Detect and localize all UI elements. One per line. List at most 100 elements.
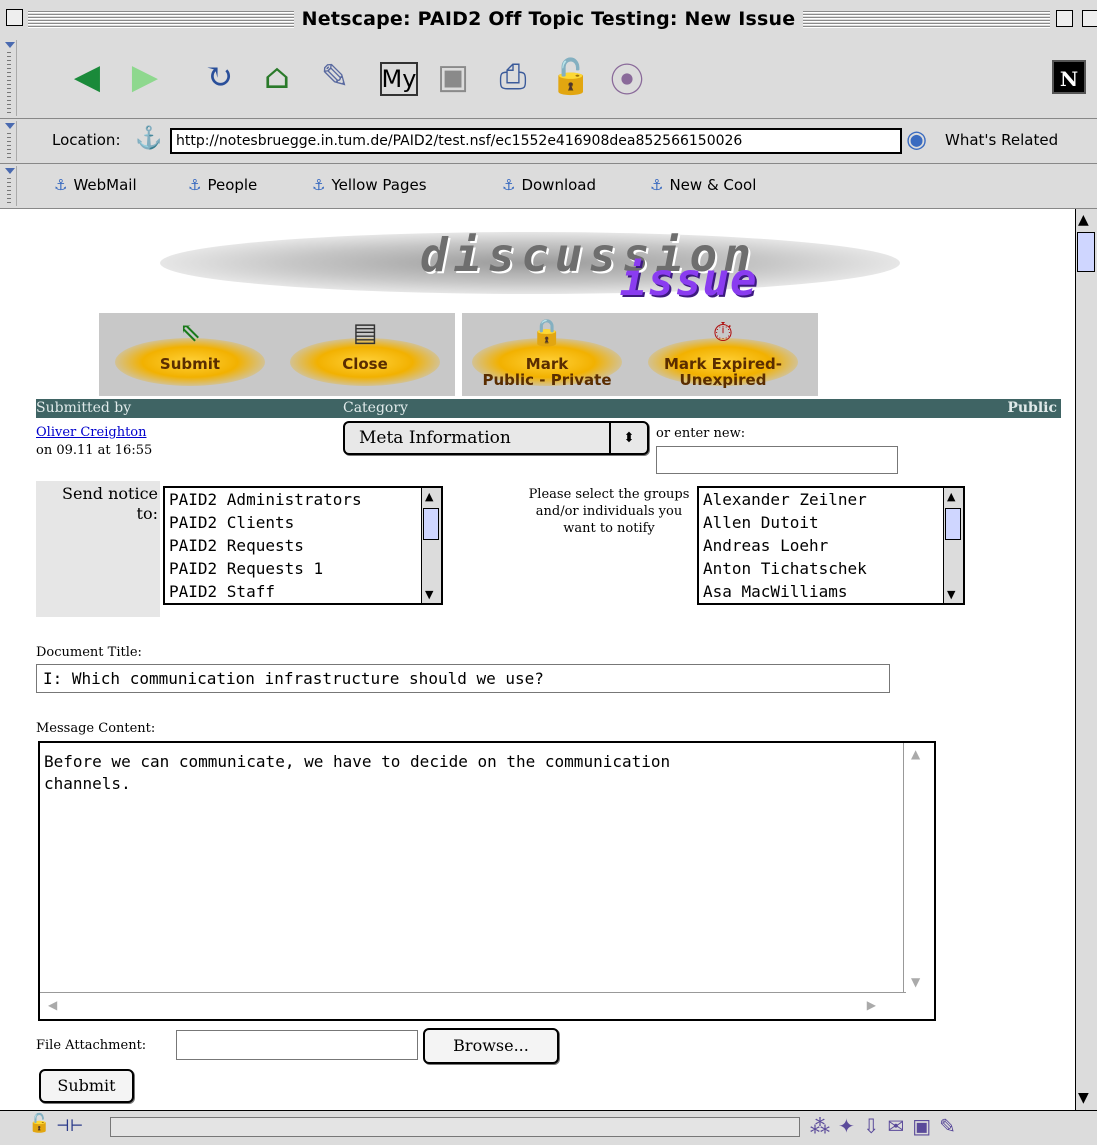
submit-icon: ⇖ (179, 318, 201, 348)
mark-public-private-label: Mark Public - Private (482, 355, 612, 389)
message-content-text: Before we can communicate, we have to de… (44, 752, 671, 793)
bookmark-icon: ⚓ (650, 176, 664, 194)
scroll-down-arrow-icon[interactable]: ▼ (947, 588, 955, 601)
mark-expired-button[interactable]: ⏱ Mark Expired- Unexpired (648, 318, 798, 396)
component-bar-icons[interactable]: ⁂✦⇩✉▣✎ (810, 1114, 964, 1138)
toolbar-grip[interactable] (2, 40, 17, 116)
forward-icon[interactable]: ▶ (122, 54, 168, 100)
category-selected-value: Meta Information (359, 428, 511, 448)
mark-expired-label: Mark Expired- Unexpired (664, 355, 782, 389)
textarea-horizontal-scrollbar[interactable]: ◀ ▶ (40, 992, 906, 1019)
toolbar-grip[interactable] (2, 166, 17, 206)
status-message-field (110, 1117, 800, 1137)
bookmark-icon: ⚓ (502, 176, 516, 194)
visibility-status: Public (1007, 400, 1057, 416)
personal-item-new-cool[interactable]: ⚓ New & Cool (650, 176, 756, 194)
page-scroll-thumb[interactable] (1077, 232, 1095, 272)
listbox-scrollbar[interactable]: ▲ ▼ (943, 488, 963, 603)
scroll-up-arrow-icon[interactable]: ▲ (911, 747, 920, 761)
personal-toolbar: ⚓ WebMail ⚓ People ⚓ Yellow Pages ⚓ Download… (0, 164, 1097, 209)
document-title-label: Document Title: (36, 645, 142, 660)
window-title: Netscape: PAID2 Off Topic Testing: New I… (0, 0, 1097, 38)
reload-icon[interactable]: ↻ (196, 54, 242, 100)
scroll-up-arrow-icon[interactable]: ▲ (947, 490, 955, 503)
bookmark-icon: ⚓ (54, 176, 68, 194)
browse-button[interactable]: Browse... (423, 1028, 559, 1064)
print-icon[interactable]: ⎙ (490, 54, 536, 100)
scroll-down-arrow-icon[interactable]: ▼ (1078, 1090, 1089, 1106)
stop-icon[interactable]: ⦿ (604, 54, 650, 101)
list-item[interactable]: Allen Dutoit (699, 511, 963, 534)
list-item[interactable]: PAID2 Administrators (165, 488, 441, 511)
file-attachment-input[interactable] (176, 1030, 418, 1060)
mark-public-private-button[interactable]: 🔒 Mark Public - Private (472, 318, 622, 396)
scroll-left-arrow-icon[interactable]: ◀ (48, 998, 57, 1012)
netscape-logo[interactable]: N (1052, 60, 1086, 94)
list-item[interactable]: PAID2 Staff (165, 580, 441, 603)
submitter-link[interactable]: Oliver Creighton (36, 425, 147, 440)
or-enter-new-label: or enter new: (656, 426, 746, 441)
submit-action-label: Submit (159, 355, 221, 373)
submitted-date: on 09.11 at 16:55 (36, 443, 153, 458)
chevron-updown-icon: ⬍ (609, 423, 647, 453)
images-icon[interactable]: ▣ (430, 54, 476, 100)
content-gutter (0, 209, 22, 1110)
collapse-box-button[interactable] (1082, 10, 1097, 27)
file-attachment-label: File Attachment: (36, 1038, 147, 1053)
message-content-label: Message Content: (36, 721, 156, 736)
page-vertical-scrollbar[interactable] (1075, 209, 1097, 1110)
list-item[interactable]: PAID2 Requests (165, 534, 441, 557)
scroll-down-arrow-icon[interactable]: ▼ (425, 588, 433, 601)
personal-item-yellow-pages[interactable]: ⚓ Yellow Pages (312, 176, 427, 194)
security-lock-icon[interactable]: 🔓 (28, 1113, 50, 1134)
textarea-vertical-scrollbar[interactable]: ▲ ▼ (903, 743, 934, 993)
personal-item-people[interactable]: ⚓ People (188, 176, 257, 194)
home-icon[interactable]: ⌂ (254, 54, 300, 100)
notify-help-text: Please select the groups and/or individu… (528, 487, 690, 536)
list-item[interactable]: PAID2 Clients (165, 511, 441, 534)
submit-action-button[interactable]: ⇖ Submit (115, 318, 265, 396)
listbox-scrollbar[interactable]: ▲ ▼ (421, 488, 441, 603)
security-icon[interactable]: 🔓 (548, 54, 594, 100)
submitted-by-header: Submitted by (36, 400, 132, 416)
toolbar-grip[interactable] (2, 121, 17, 161)
personal-item-webmail[interactable]: ⚓ WebMail (54, 176, 137, 194)
whats-related-button[interactable]: What's Related (945, 131, 1058, 149)
navigation-toolbar: ◀ ▶ ↻ ⌂ ✎ My ▣ ⎙ 🔓 ⦿ N (0, 38, 1097, 119)
location-input[interactable]: http://notesbruegge.in.tum.de/PAID2/test… (170, 128, 902, 154)
scroll-thumb[interactable] (945, 508, 961, 540)
scroll-up-arrow-icon[interactable]: ▲ (1078, 212, 1089, 228)
scroll-thumb[interactable] (423, 508, 439, 540)
category-header: Category (343, 400, 408, 416)
send-notice-label: Send notice to: (62, 484, 158, 523)
list-item[interactable]: PAID2 Requests 1 (165, 557, 441, 580)
form-header-strip: Submitted by Category Public (36, 399, 1061, 418)
list-item[interactable]: Alexander Zeilner (699, 488, 963, 511)
list-item[interactable]: Anton Tichatschek (699, 557, 963, 580)
whats-related-icon[interactable]: ◉ (906, 125, 927, 153)
lock-icon: 🔒 (530, 318, 564, 348)
close-document-icon: ▤ (352, 318, 378, 348)
close-action-button[interactable]: ▤ Close (290, 318, 440, 396)
new-category-input[interactable] (656, 446, 898, 474)
bookmark-icon[interactable]: ⚓ (135, 126, 162, 151)
my-netscape-icon[interactable]: My (380, 62, 418, 96)
search-icon[interactable]: ✎ (312, 54, 358, 100)
document-title-input[interactable]: I: Which communication infrastructure sh… (36, 664, 890, 693)
submit-button[interactable]: Submit (39, 1069, 134, 1103)
message-content-textarea[interactable]: Before we can communicate, we have to de… (38, 741, 936, 1021)
scroll-up-arrow-icon[interactable]: ▲ (425, 490, 433, 503)
back-icon[interactable]: ◀ (64, 54, 110, 100)
category-select[interactable]: Meta Information ⬍ (343, 421, 649, 455)
personal-item-download[interactable]: ⚓ Download (502, 176, 596, 194)
bookmark-icon: ⚓ (312, 176, 326, 194)
list-item[interactable]: Asa MacWilliams (699, 580, 963, 603)
location-label: Location: (52, 131, 121, 149)
bookmark-icon: ⚓ (188, 176, 202, 194)
zoom-box-button[interactable] (1056, 10, 1073, 27)
scroll-down-arrow-icon[interactable]: ▼ (911, 975, 920, 989)
scroll-right-arrow-icon[interactable]: ▶ (867, 998, 876, 1012)
list-item[interactable]: Andreas Loehr (699, 534, 963, 557)
groups-listbox[interactable]: PAID2 Administrators PAID2 Clients PAID2… (163, 486, 443, 605)
people-listbox[interactable]: Alexander Zeilner Allen Dutoit Andreas L… (697, 486, 965, 605)
